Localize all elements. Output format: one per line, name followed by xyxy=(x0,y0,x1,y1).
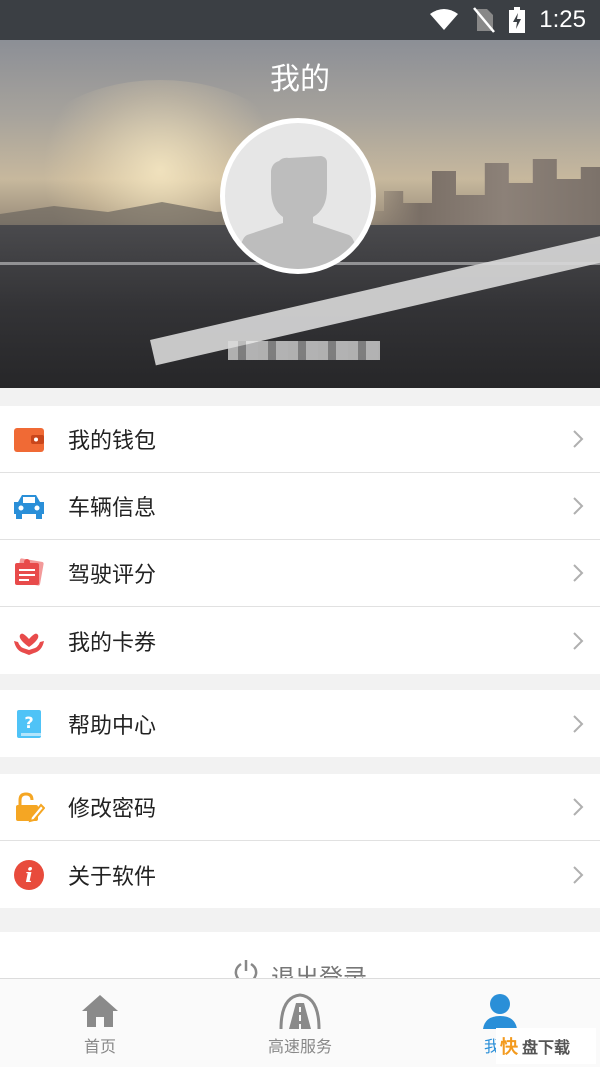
menu-item-label: 我的钱包 xyxy=(68,429,157,454)
menu-item-label: 修改密码 xyxy=(68,797,157,822)
tab-label: 首页 xyxy=(83,1037,116,1056)
menu-item-label: 我的卡券 xyxy=(68,630,157,656)
menu-group-help: ? 帮助中心 xyxy=(0,690,600,757)
chevron-right-icon xyxy=(573,631,584,650)
menu-group-account: 我的钱包 车辆信息 驾驶评分 我的卡券 xyxy=(0,406,600,674)
menu-item-vehicle-info[interactable]: 车辆信息 xyxy=(0,473,600,540)
menu-item-label: 车辆信息 xyxy=(68,496,157,521)
watermark-logo: 快 xyxy=(500,1037,518,1058)
svg-text:?: ? xyxy=(24,713,33,732)
chevron-right-icon xyxy=(573,564,584,582)
tab-label: 高速服务 xyxy=(267,1037,332,1056)
no-sim-icon xyxy=(473,7,496,33)
help-book-icon: ? xyxy=(12,707,46,741)
car-icon xyxy=(12,489,46,523)
chevron-right-icon xyxy=(573,497,584,515)
menu-item-label: 关于软件 xyxy=(68,864,157,890)
site-watermark: 快 盘下载 xyxy=(496,1028,596,1064)
menu-group-settings: 修改密码 i 关于软件 xyxy=(0,774,600,908)
chevron-right-icon xyxy=(573,714,584,733)
menu-item-label: 驾驶评分 xyxy=(68,563,157,588)
status-time: 1:25 xyxy=(539,6,586,33)
profile-icon xyxy=(480,989,520,1033)
wallet-icon xyxy=(12,422,46,456)
menu-item-help-center[interactable]: ? 帮助中心 xyxy=(0,690,600,757)
driving-score-icon xyxy=(12,556,46,590)
chevron-right-icon xyxy=(573,798,584,816)
svg-text:i: i xyxy=(25,863,33,887)
info-icon: i xyxy=(12,858,46,892)
edit-password-icon xyxy=(12,790,46,824)
watermark-text: 盘下载 xyxy=(522,1038,571,1057)
coupon-icon xyxy=(12,624,46,658)
tab-home[interactable]: 首页 xyxy=(0,979,200,1067)
tab-highway-services[interactable]: 高速服务 xyxy=(200,979,400,1067)
default-user-icon xyxy=(238,156,358,269)
wifi-icon xyxy=(430,9,459,30)
battery-charging-icon xyxy=(509,7,526,33)
menu-item-label: 帮助中心 xyxy=(68,713,157,739)
menu-item-driving-score[interactable]: 驾驶评分 xyxy=(0,540,600,607)
highway-icon xyxy=(277,989,323,1033)
chevron-right-icon xyxy=(573,430,584,448)
chevron-right-icon xyxy=(573,865,584,884)
menu-item-about[interactable]: i 关于软件 xyxy=(0,841,600,908)
page-title: 我的 xyxy=(270,62,330,97)
username-blurred xyxy=(228,341,380,360)
menu-item-change-password[interactable]: 修改密码 xyxy=(0,774,600,841)
avatar[interactable] xyxy=(220,118,376,274)
menu-item-wallet[interactable]: 我的钱包 xyxy=(0,406,600,473)
home-icon xyxy=(80,989,120,1033)
menu-item-coupons[interactable]: 我的卡券 xyxy=(0,607,600,674)
status-bar: 1:25 xyxy=(0,0,600,40)
